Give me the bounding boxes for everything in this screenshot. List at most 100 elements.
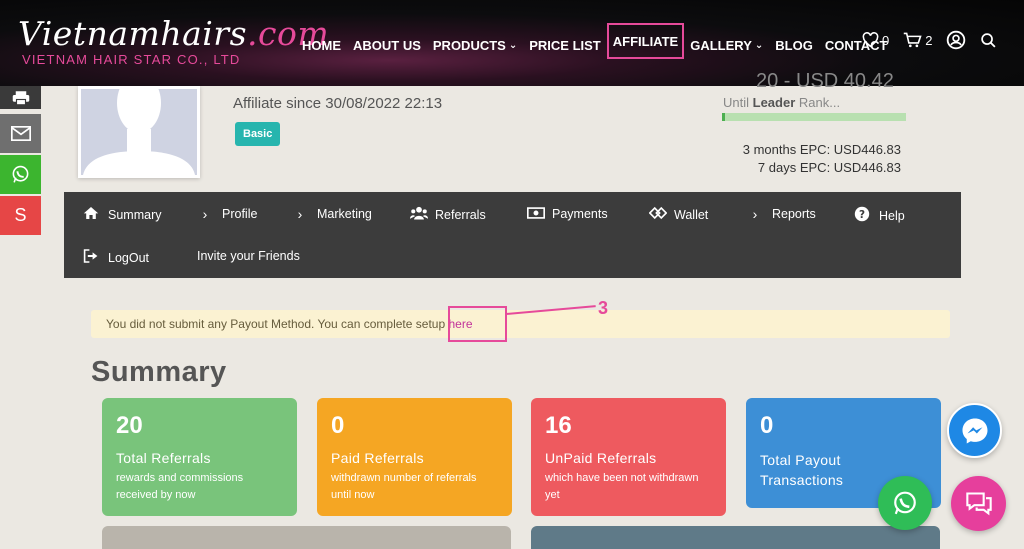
whatsapp-icon <box>12 165 29 183</box>
nav-gallery[interactable]: GALLERY ⌄ <box>684 32 769 59</box>
menu-reports[interactable]: › Reports <box>747 206 816 222</box>
users-icon <box>410 206 428 223</box>
nav-price-list[interactable]: PRICE LIST <box>523 32 607 59</box>
menu-payments[interactable]: Payments <box>527 206 608 222</box>
summary-title: Summary <box>91 356 227 388</box>
logo-text: Vietnamhairs <box>18 14 248 53</box>
nav-affiliate[interactable]: AFFILIATE <box>606 23 685 59</box>
money-icon <box>527 206 545 222</box>
chat-bubbles-icon <box>965 491 992 515</box>
wallet-icon <box>648 206 668 223</box>
menu-profile[interactable]: › Profile <box>197 206 258 222</box>
annotation-number: 3 <box>598 298 609 318</box>
home-icon <box>83 206 99 223</box>
menu-wallet[interactable]: Wallet <box>648 206 709 223</box>
card-paid-referrals[interactable]: 0 Paid Referrals withdrawn number of ref… <box>317 398 512 516</box>
nav-label: BLOG <box>775 38 813 53</box>
card-total-referrals[interactable]: 20 Total Referrals rewards and commissio… <box>102 398 297 516</box>
email-icon <box>10 126 31 141</box>
wishlist-button[interactable]: 0 <box>862 32 889 48</box>
logout-icon <box>83 249 99 266</box>
menu-help[interactable]: ? Help <box>854 206 905 225</box>
search-button[interactable] <box>980 32 997 49</box>
s-share-button[interactable]: S <box>0 196 41 235</box>
whatsapp-share-button[interactable] <box>0 155 41 194</box>
avatar-placeholder-icon <box>83 89 195 175</box>
card-description: which have been not withdrawn yet <box>545 472 699 501</box>
card-number: 16 <box>545 412 572 439</box>
menu-logout[interactable]: LogOut <box>83 249 149 266</box>
notice-message: You did not submit any Payout Method. Yo… <box>106 317 449 331</box>
card-title: Total Referrals <box>116 450 211 466</box>
menu-label: Profile <box>222 207 258 221</box>
menu-invite-friends[interactable]: Invite your Friends <box>197 249 300 263</box>
menu-label: Reports <box>772 207 816 221</box>
nav-home[interactable]: HOME <box>296 32 347 59</box>
nav-label: GALLERY <box>690 38 752 53</box>
heart-icon <box>862 32 879 48</box>
rank-name: Leader <box>752 95 796 110</box>
card-amount-partial <box>531 526 940 549</box>
live-chat-button[interactable] <box>951 476 1006 531</box>
account-button[interactable] <box>946 30 966 50</box>
card-unpaid-referrals[interactable]: 16 UnPaid Referrals which have been not … <box>531 398 726 516</box>
user-icon <box>947 30 966 50</box>
whatsapp-icon <box>894 491 916 515</box>
email-share-button[interactable] <box>0 114 41 153</box>
menu-label: Referrals <box>435 207 486 222</box>
nav-about-us[interactable]: ABOUT US <box>347 32 427 59</box>
chevron-right-icon: › <box>752 206 758 222</box>
nav-label: PRICE LIST <box>529 38 601 53</box>
cart-button[interactable]: 2 <box>903 32 932 48</box>
rank-suffix: Rank... <box>798 95 841 110</box>
nav-label: AFFILIATE <box>612 33 679 49</box>
rank-badge: Basic <box>235 122 281 146</box>
logo-subtitle: VIETNAM HAIR STAR CO., LTD <box>22 52 241 67</box>
card-number: 0 <box>331 412 345 439</box>
rank-progress-bar <box>722 113 906 121</box>
nav-blog[interactable]: BLOG <box>769 32 819 59</box>
card-description: rewards and commissions received by now <box>116 472 244 501</box>
menu-marketing[interactable]: › Marketing <box>292 206 372 222</box>
card-amount-partial <box>102 526 511 549</box>
header-icons: 0 2 <box>862 30 997 50</box>
menu-label: Help <box>879 208 905 223</box>
nav-label: PRODUCTS <box>432 38 506 53</box>
chevron-down-icon: ⌄ <box>754 40 764 51</box>
menu-label: Marketing <box>317 207 372 221</box>
cart-count: 2 <box>925 32 933 48</box>
payout-notice-text: You did not submit any Payout Method. Yo… <box>106 317 473 331</box>
menu-label: Invite your Friends <box>197 249 300 263</box>
help-icon: ? <box>854 206 870 225</box>
main-nav: HOME ABOUT US PRODUCTS ⌄ PRICE LIST AFFIL… <box>296 23 893 59</box>
site-logo[interactable]: Vietnamhairs.com <box>18 14 329 53</box>
messenger-icon <box>962 418 987 443</box>
search-icon <box>981 32 996 48</box>
menu-label: LogOut <box>108 250 150 265</box>
avatar <box>78 86 200 178</box>
card-number: 0 <box>760 412 774 439</box>
chevron-right-icon: › <box>297 206 303 222</box>
card-title: UnPaid Referrals <box>545 450 657 466</box>
print-button[interactable] <box>0 86 41 109</box>
card-description: withdrawn number of referrals until now <box>331 472 477 501</box>
affiliate-since: Affiliate since 30/08/2022 22:13 <box>233 95 443 112</box>
rank-progress-value: 20 - USD 40.42 <box>756 70 894 92</box>
affiliate-menu: Summary › Profile › Marketing Referrals Pa… <box>64 192 961 278</box>
svg-text:?: ? <box>859 209 865 221</box>
whatsapp-chat-button[interactable] <box>878 476 932 530</box>
rank-progress-label: Until Leader Rank... <box>723 95 840 110</box>
menu-label: Wallet <box>674 207 709 222</box>
menu-summary[interactable]: Summary <box>83 206 161 223</box>
menu-label: Summary <box>108 207 162 222</box>
print-icon <box>12 90 29 105</box>
card-title: Paid Referrals <box>331 450 424 466</box>
nav-label: HOME <box>302 38 341 53</box>
nav-products[interactable]: PRODUCTS ⌄ <box>427 32 523 59</box>
nav-label: ABOUT US <box>353 38 421 53</box>
menu-referrals[interactable]: Referrals <box>410 206 486 223</box>
chevron-down-icon: ⌄ <box>508 40 518 51</box>
payout-notice: You did not submit any Payout Method. Yo… <box>91 310 950 338</box>
card-number: 20 <box>116 412 143 439</box>
messenger-chat-button[interactable] <box>947 403 1002 458</box>
